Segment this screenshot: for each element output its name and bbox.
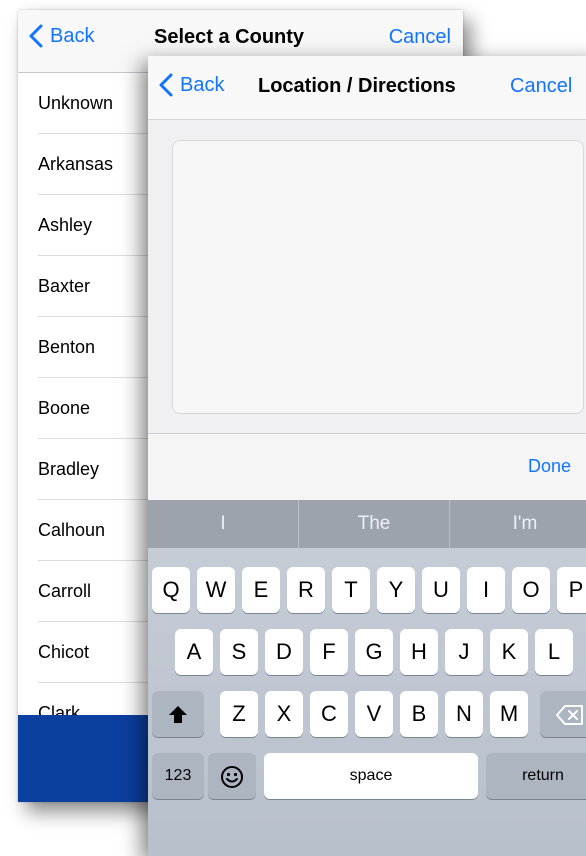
suggestion-2[interactable]: The (299, 500, 450, 548)
key-d[interactable]: D (265, 629, 303, 675)
county-list: Unknown Arkansas Ashley Baxter Benton Bo… (18, 73, 148, 744)
key-q[interactable]: Q (152, 567, 190, 613)
key-a[interactable]: A (175, 629, 213, 675)
location-nav-bar: Back Location / Directions Cancel (148, 56, 586, 120)
key-l[interactable]: L (535, 629, 573, 675)
key-x[interactable]: X (265, 691, 303, 737)
emoji-key[interactable] (208, 753, 256, 799)
county-item-carroll[interactable]: Carroll (18, 561, 148, 622)
key-m[interactable]: M (490, 691, 528, 737)
county-item-unknown[interactable]: Unknown (18, 73, 148, 134)
suggestion-1[interactable]: I (148, 500, 299, 548)
key-y[interactable]: Y (377, 567, 415, 613)
key-p[interactable]: P (557, 567, 586, 613)
chevron-left-icon (159, 73, 173, 97)
suggestion-3[interactable]: I'm (450, 500, 586, 548)
location-back-label: Back (180, 73, 225, 96)
county-item-ashley[interactable]: Ashley (18, 195, 148, 256)
key-z[interactable]: Z (220, 691, 258, 737)
county-item-benton[interactable]: Benton (18, 317, 148, 378)
shift-arrow-icon (169, 706, 187, 724)
key-b[interactable]: B (400, 691, 438, 737)
keyboard-accessory-bar: Done (148, 433, 586, 500)
done-button[interactable]: Done (528, 456, 571, 477)
county-title: Select a County (154, 26, 305, 48)
keyboard: Q W E R T Y U I O P A S D F G H J K L Z … (148, 548, 586, 856)
key-r[interactable]: R (287, 567, 325, 613)
county-item-calhoun[interactable]: Calhoun (18, 500, 148, 561)
county-item-boone[interactable]: Boone (18, 378, 148, 439)
key-j[interactable]: J (445, 629, 483, 675)
return-key[interactable]: return (486, 753, 586, 799)
key-t[interactable]: T (332, 567, 370, 613)
emoji-icon (221, 766, 243, 789)
county-cancel-button[interactable]: Cancel (389, 26, 451, 49)
location-title: Location / Directions (258, 75, 456, 97)
key-w[interactable]: W (197, 567, 235, 613)
key-n[interactable]: N (445, 691, 483, 737)
county-item-baxter[interactable]: Baxter (18, 256, 148, 317)
key-o[interactable]: O (512, 567, 550, 613)
key-u[interactable]: U (422, 567, 460, 613)
key-g[interactable]: G (355, 629, 393, 675)
key-e[interactable]: E (242, 567, 280, 613)
key-c[interactable]: C (310, 691, 348, 737)
key-v[interactable]: V (355, 691, 393, 737)
county-item-chicot[interactable]: Chicot (18, 622, 148, 683)
chevron-left-icon (29, 24, 43, 48)
location-cancel-button[interactable]: Cancel (510, 75, 572, 98)
backspace-icon (556, 705, 583, 726)
key-k[interactable]: K (490, 629, 528, 675)
shift-key[interactable] (152, 691, 204, 737)
county-item-bradley[interactable]: Bradley (18, 439, 148, 500)
delete-key[interactable] (540, 691, 586, 737)
directions-textarea[interactable] (172, 140, 584, 414)
location-directions-screen: Back Location / Directions Cancel Done I… (148, 56, 586, 856)
stage: Back Select a County Cancel Unknown Arka… (0, 0, 586, 856)
quicktype-bar: I The I'm (148, 500, 586, 548)
space-key[interactable]: space (264, 753, 478, 799)
key-f[interactable]: F (310, 629, 348, 675)
key-s[interactable]: S (220, 629, 258, 675)
key-h[interactable]: H (400, 629, 438, 675)
county-back-button[interactable]: Back (28, 24, 94, 48)
numbers-key[interactable]: 123 (152, 753, 204, 799)
key-i[interactable]: I (467, 567, 505, 613)
county-item-arkansas[interactable]: Arkansas (18, 134, 148, 195)
location-back-button[interactable]: Back (158, 73, 224, 97)
county-back-label: Back (50, 24, 95, 47)
